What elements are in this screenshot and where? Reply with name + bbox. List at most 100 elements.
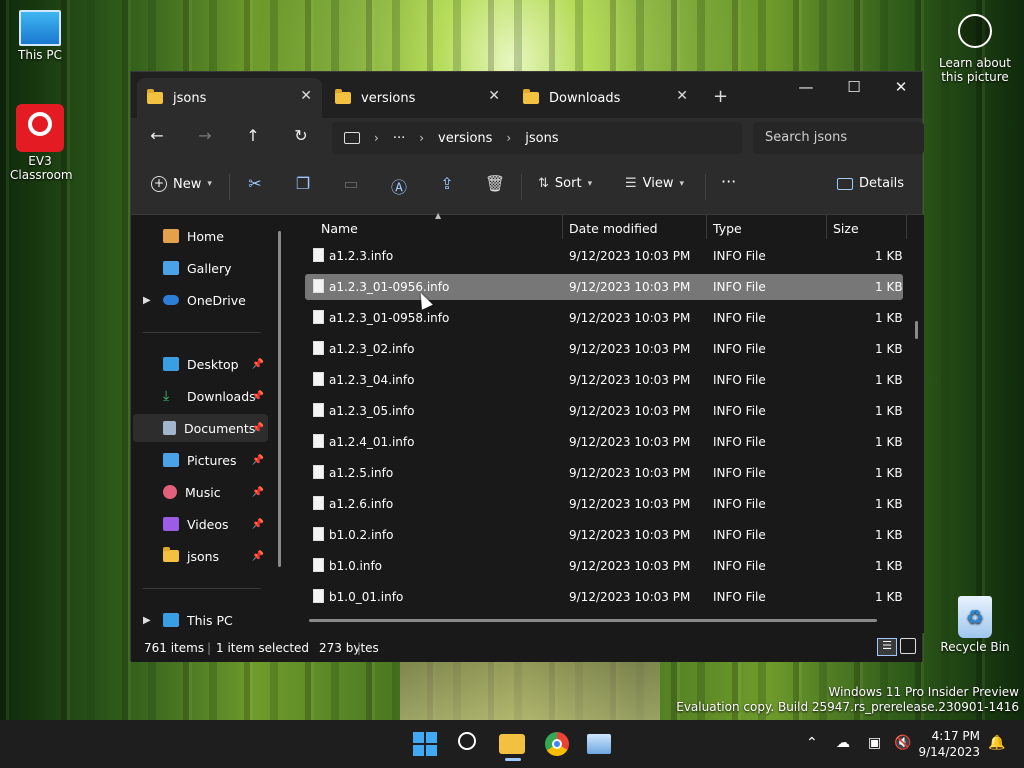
table-row[interactable]: a1.2.3_02.info 9/12/2023 10:03 PM INFO Fil… bbox=[305, 336, 903, 362]
sort-ascending-icon: ▲ bbox=[435, 211, 442, 220]
taskbar-file-explorer[interactable] bbox=[499, 730, 527, 761]
table-row[interactable]: a1.2.3_01-0956.info 9/12/2023 10:03 PM INF… bbox=[305, 274, 903, 300]
sidebar-item-desktop[interactable]: Desktop 📌 bbox=[133, 350, 268, 378]
taskbar-photos[interactable] bbox=[587, 730, 615, 758]
search-button[interactable] bbox=[456, 730, 484, 758]
file-name: a1.2.3_02.info bbox=[329, 342, 415, 356]
table-row[interactable]: a1.2.3_05.info 9/12/2023 10:03 PM INFO Fil… bbox=[305, 398, 903, 424]
table-row[interactable]: a1.2.3_04.info 9/12/2023 10:03 PM INFO Fil… bbox=[305, 367, 903, 393]
sidebar-item-onedrive[interactable]: ▶ OneDrive bbox=[133, 286, 268, 314]
tab-jsons[interactable]: jsons ✕ bbox=[137, 78, 322, 118]
details-pane-icon bbox=[837, 177, 853, 190]
tiles-view-icon[interactable] bbox=[900, 638, 916, 654]
close-window-button[interactable]: ✕ bbox=[881, 78, 921, 96]
desktop-icon-ev3-classroom[interactable]: EV3 Classroom bbox=[0, 104, 80, 182]
file-type: INFO File bbox=[713, 435, 766, 449]
breadcrumb-versions[interactable]: versions bbox=[438, 131, 492, 146]
sidebar-item-downloads[interactable]: ⤓ Downloads 📌 bbox=[133, 382, 268, 410]
column-size[interactable]: Size bbox=[833, 221, 859, 236]
copy-icon[interactable]: ❐ bbox=[292, 174, 314, 193]
table-row[interactable]: a1.2.6.info 9/12/2023 10:03 PM INFO File 1 … bbox=[305, 491, 903, 517]
file-type: INFO File bbox=[713, 311, 766, 325]
forward-button[interactable]: → bbox=[191, 126, 219, 145]
column-divider[interactable] bbox=[706, 215, 707, 239]
paste-icon[interactable]: ▭ bbox=[340, 174, 362, 193]
sidebar-item-music[interactable]: Music 📌 bbox=[133, 478, 268, 506]
table-row[interactable]: b1.0.info 9/12/2023 10:03 PM INFO File 1 KB bbox=[305, 553, 903, 579]
view-button[interactable]: ☰ View ▾ bbox=[625, 176, 684, 191]
details-button[interactable]: Details bbox=[837, 176, 904, 191]
up-button[interactable]: ↑ bbox=[239, 126, 267, 145]
sidebar-item-documents[interactable]: Documents 📌 bbox=[133, 414, 268, 442]
file-list: Name ▲ Date modified Type Size a1.2.3.in… bbox=[289, 211, 924, 633]
column-divider[interactable] bbox=[562, 215, 563, 239]
new-tab-button[interactable]: + bbox=[713, 86, 728, 107]
learn-about-picture[interactable]: Learn about this picture bbox=[934, 14, 1016, 84]
chevron-up-icon[interactable]: ⌃ bbox=[806, 735, 818, 751]
start-button[interactable] bbox=[411, 730, 439, 758]
volume-muted-icon[interactable]: 🔇 bbox=[894, 735, 911, 751]
taskbar-chrome[interactable] bbox=[543, 730, 571, 758]
network-icon[interactable]: ▣ bbox=[868, 735, 881, 751]
file-date: 9/12/2023 10:03 PM bbox=[569, 528, 691, 542]
close-tab-icon[interactable]: ✕ bbox=[488, 88, 500, 104]
table-row[interactable]: a1.2.3.info 9/12/2023 10:03 PM INFO File 1 … bbox=[305, 243, 903, 269]
table-row[interactable]: a1.2.5.info 9/12/2023 10:03 PM INFO File 1 … bbox=[305, 460, 903, 486]
column-divider[interactable] bbox=[826, 215, 827, 239]
delete-icon[interactable]: 🗑 bbox=[484, 174, 506, 193]
file-icon bbox=[313, 372, 324, 386]
video-icon bbox=[163, 517, 179, 531]
file-date: 9/12/2023 10:03 PM bbox=[569, 280, 691, 294]
share-icon[interactable]: ⇪ bbox=[436, 174, 458, 193]
cloud-sync-icon[interactable]: ☁ bbox=[836, 735, 850, 751]
file-list-scrollbar[interactable] bbox=[915, 321, 918, 339]
column-type[interactable]: Type bbox=[713, 221, 742, 236]
sort-button[interactable]: ⇅ Sort ▾ bbox=[538, 176, 592, 191]
table-row[interactable]: a1.2.4_01.info 9/12/2023 10:03 PM INFO Fil… bbox=[305, 429, 903, 455]
tab-versions[interactable]: versions ✕ bbox=[325, 78, 510, 118]
clock[interactable]: 4:17 PM 9/14/2023 bbox=[918, 728, 980, 760]
file-icon bbox=[313, 465, 324, 479]
tab-downloads[interactable]: Downloads ✕ bbox=[513, 78, 698, 118]
column-divider[interactable] bbox=[906, 215, 907, 239]
sidebar-item-this-pc[interactable]: ▶ This PC bbox=[133, 606, 268, 634]
sort-label: Sort bbox=[554, 176, 582, 191]
close-tab-icon[interactable]: ✕ bbox=[676, 88, 688, 104]
table-row[interactable]: b1.0_01.info 9/12/2023 10:03 PM INFO File 1… bbox=[305, 584, 903, 610]
desktop-icon-this-pc[interactable]: This PC bbox=[0, 10, 80, 62]
column-name[interactable]: Name bbox=[321, 221, 358, 236]
chevron-right-icon[interactable]: ▶ bbox=[143, 295, 151, 306]
notification-bell-icon[interactable]: 🔔 bbox=[988, 735, 1005, 751]
chevron-right-icon[interactable]: ▶ bbox=[143, 615, 151, 626]
taskbar: ⌃ ☁ ▣ 🔇 4:17 PM 9/14/2023 🔔 bbox=[0, 720, 1024, 768]
sidebar-item-jsons[interactable]: jsons 📌 bbox=[133, 542, 268, 570]
maximize-button[interactable]: ☐ bbox=[834, 78, 874, 96]
breadcrumb-jsons[interactable]: jsons bbox=[525, 131, 558, 146]
column-date-modified[interactable]: Date modified bbox=[569, 221, 658, 236]
address-bar[interactable]: › ··· › versions › jsons bbox=[332, 122, 742, 154]
close-tab-icon[interactable]: ✕ bbox=[300, 88, 312, 104]
sidebar-item-pictures[interactable]: Pictures 📌 bbox=[133, 446, 268, 474]
sidebar-item-gallery[interactable]: Gallery bbox=[133, 254, 268, 282]
search-icon bbox=[458, 732, 476, 750]
file-name: a1.2.4_01.info bbox=[329, 435, 415, 449]
desktop-icon-label: This PC bbox=[18, 48, 62, 62]
table-row[interactable]: b1.0.2.info 9/12/2023 10:03 PM INFO File 1 … bbox=[305, 522, 903, 548]
refresh-button[interactable]: ↻ bbox=[287, 126, 315, 145]
sidebar-item-videos[interactable]: Videos 📌 bbox=[133, 510, 268, 538]
new-button[interactable]: + New ▾ bbox=[151, 176, 212, 192]
table-row[interactable]: a1.2.3_01-0958.info 9/12/2023 10:03 PM INF… bbox=[305, 305, 903, 331]
cut-icon[interactable]: ✂ bbox=[244, 174, 266, 193]
file-list-horizontal-scrollbar[interactable] bbox=[309, 619, 877, 622]
back-button[interactable]: ← bbox=[143, 126, 171, 145]
details-view-icon[interactable]: ☰ bbox=[877, 638, 897, 656]
desktop-icon-recycle-bin[interactable]: ♻ Recycle Bin bbox=[935, 596, 1015, 654]
file-size: 1 KB bbox=[875, 435, 903, 449]
breadcrumb-more[interactable]: ··· bbox=[393, 131, 405, 146]
rename-icon[interactable]: Ⓐ bbox=[388, 174, 410, 198]
more-options-button[interactable]: ··· bbox=[721, 172, 736, 191]
nav-pane-scrollbar[interactable] bbox=[278, 231, 281, 567]
sidebar-item-home[interactable]: Home bbox=[133, 222, 268, 250]
search-input[interactable]: Search jsons bbox=[753, 122, 924, 154]
minimize-button[interactable]: — bbox=[786, 78, 826, 96]
